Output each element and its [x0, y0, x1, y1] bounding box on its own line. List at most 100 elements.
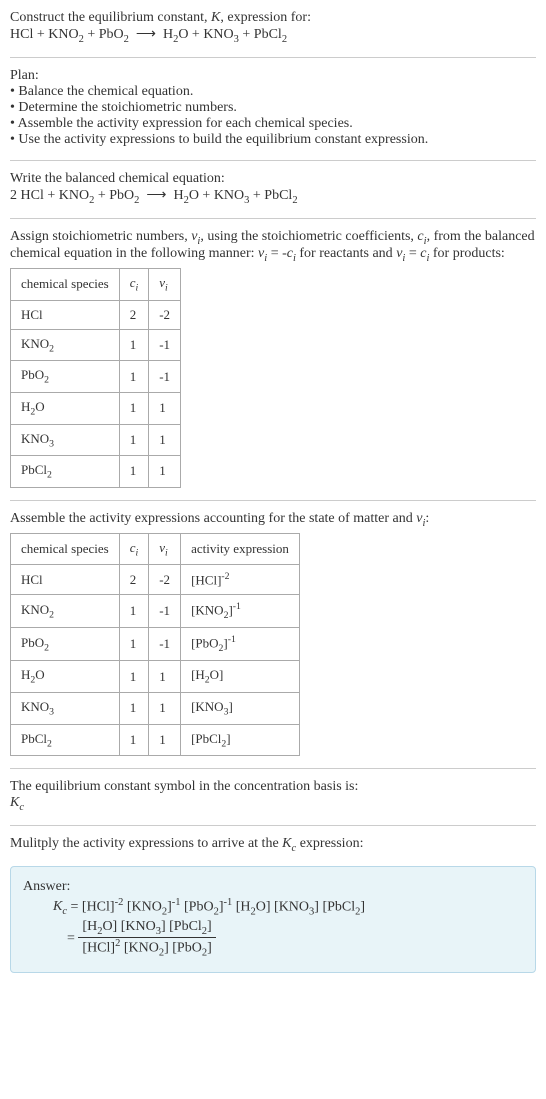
answer-label: Answer: [23, 879, 523, 895]
balanced-intro: Write the balanced chemical equation: [10, 171, 536, 187]
cell-v: -2 [149, 565, 181, 595]
table-row: KNO21-1 [11, 329, 181, 361]
cell-c: 1 [119, 456, 149, 488]
stoich-intro: Assign stoichiometric numbers, νi, using… [10, 229, 536, 265]
cell-c: 1 [119, 329, 149, 361]
stoich-section: Assign stoichiometric numbers, νi, using… [10, 229, 536, 488]
table-header-row: chemical species ci νi [11, 269, 181, 301]
cell-species: PbCl2 [11, 724, 120, 756]
cell-species: KNO2 [11, 329, 120, 361]
cell-v: -1 [149, 595, 181, 628]
cell-expr: [PbO2]-1 [181, 628, 300, 661]
cell-expr: [KNO2]-1 [181, 595, 300, 628]
cell-species: H2O [11, 661, 120, 693]
cell-v: -2 [149, 300, 181, 329]
cell-c: 1 [119, 361, 149, 393]
table-row: H2O11[H2O] [11, 661, 300, 693]
cell-species: PbO2 [11, 628, 120, 661]
cell-c: 1 [119, 595, 149, 628]
activity-section: Assemble the activity expressions accoun… [10, 511, 536, 756]
cell-c: 1 [119, 692, 149, 724]
col-c: ci [119, 533, 149, 565]
plan-item: • Balance the chemical equation. [10, 84, 536, 100]
cell-c: 1 [119, 424, 149, 456]
table-row: PbCl211 [11, 456, 181, 488]
col-c: ci [119, 269, 149, 301]
cell-v: 1 [149, 692, 181, 724]
cell-c: 1 [119, 661, 149, 693]
answer-line2: = [H2O] [KNO3] [PbCl2] [HCl]2 [KNO2] [Pb… [67, 919, 523, 958]
divider [10, 160, 536, 161]
header-line1: Construct the equilibrium constant, K, e… [10, 10, 536, 26]
stoich-table: chemical species ci νi HCl2-2 KNO21-1 Pb… [10, 268, 181, 488]
table-row: PbO21-1 [11, 361, 181, 393]
activity-intro: Assemble the activity expressions accoun… [10, 511, 536, 529]
divider [10, 57, 536, 58]
col-species: chemical species [11, 269, 120, 301]
table-row: HCl2-2 [11, 300, 181, 329]
frac-numerator: [H2O] [KNO3] [PbCl2] [78, 919, 215, 938]
header-equation: HCl + KNO2 + PbO2 ⟶ H2O + KNO3 + PbCl2 [10, 26, 536, 45]
cell-species: KNO2 [11, 595, 120, 628]
plan-title: Plan: [10, 68, 536, 84]
cell-species: HCl [11, 300, 120, 329]
cell-v: -1 [149, 329, 181, 361]
answer-fraction: [H2O] [KNO3] [PbCl2] [HCl]2 [KNO2] [PbO2… [78, 919, 215, 958]
cell-c: 1 [119, 628, 149, 661]
table-row: H2O11 [11, 392, 181, 424]
cell-species: KNO3 [11, 692, 120, 724]
cell-c: 2 [119, 565, 149, 595]
answer-line1: Kc = [HCl]-2 [KNO2]-1 [PbO2]-1 [H2O] [KN… [53, 897, 523, 917]
table-row: KNO311 [11, 424, 181, 456]
divider [10, 500, 536, 501]
eqconst-section: The equilibrium constant symbol in the c… [10, 779, 536, 813]
table-row: PbO21-1[PbO2]-1 [11, 628, 300, 661]
col-v: νi [149, 269, 181, 301]
plan-item: • Determine the stoichiometric numbers. [10, 100, 536, 116]
cell-species: KNO3 [11, 424, 120, 456]
table-row: KNO21-1[KNO2]-1 [11, 595, 300, 628]
balanced-section: Write the balanced chemical equation: 2 … [10, 171, 536, 206]
cell-species: PbO2 [11, 361, 120, 393]
cell-c: 1 [119, 724, 149, 756]
divider [10, 768, 536, 769]
eqconst-line1: The equilibrium constant symbol in the c… [10, 779, 536, 795]
cell-v: 1 [149, 724, 181, 756]
plan-section: Plan: • Balance the chemical equation. •… [10, 68, 536, 148]
balanced-equation: 2 HCl + KNO2 + PbO2 ⟶ H2O + KNO3 + PbCl2 [10, 187, 536, 206]
cell-species: HCl [11, 565, 120, 595]
cell-expr: [KNO3] [181, 692, 300, 724]
cell-c: 2 [119, 300, 149, 329]
answer-box: Answer: Kc = [HCl]-2 [KNO2]-1 [PbO2]-1 [… [10, 866, 536, 974]
col-expr: activity expression [181, 533, 300, 565]
table-header-row: chemical species ci νi activity expressi… [11, 533, 300, 565]
cell-v: 1 [149, 392, 181, 424]
plan-item: • Assemble the activity expression for e… [10, 116, 536, 132]
cell-expr: [HCl]-2 [181, 565, 300, 595]
activity-table: chemical species ci νi activity expressi… [10, 533, 300, 757]
table-row: HCl2-2[HCl]-2 [11, 565, 300, 595]
cell-species: PbCl2 [11, 456, 120, 488]
cell-species: H2O [11, 392, 120, 424]
header-section: Construct the equilibrium constant, K, e… [10, 10, 536, 45]
multiply-text: Mulitply the activity expressions to arr… [10, 836, 536, 854]
divider [10, 825, 536, 826]
eqconst-symbol: Kc [10, 795, 536, 813]
table-row: PbCl211[PbCl2] [11, 724, 300, 756]
table-row: KNO311[KNO3] [11, 692, 300, 724]
cell-expr: [H2O] [181, 661, 300, 693]
cell-v: 1 [149, 456, 181, 488]
frac-denominator: [HCl]2 [KNO2] [PbO2] [78, 938, 215, 958]
cell-v: -1 [149, 628, 181, 661]
cell-v: 1 [149, 661, 181, 693]
cell-expr: [PbCl2] [181, 724, 300, 756]
col-v: νi [149, 533, 181, 565]
plan-item: • Use the activity expressions to build … [10, 132, 536, 148]
multiply-section: Mulitply the activity expressions to arr… [10, 836, 536, 854]
divider [10, 218, 536, 219]
cell-c: 1 [119, 392, 149, 424]
answer-body: Kc = [HCl]-2 [KNO2]-1 [PbO2]-1 [H2O] [KN… [53, 897, 523, 959]
col-species: chemical species [11, 533, 120, 565]
cell-v: 1 [149, 424, 181, 456]
cell-v: -1 [149, 361, 181, 393]
